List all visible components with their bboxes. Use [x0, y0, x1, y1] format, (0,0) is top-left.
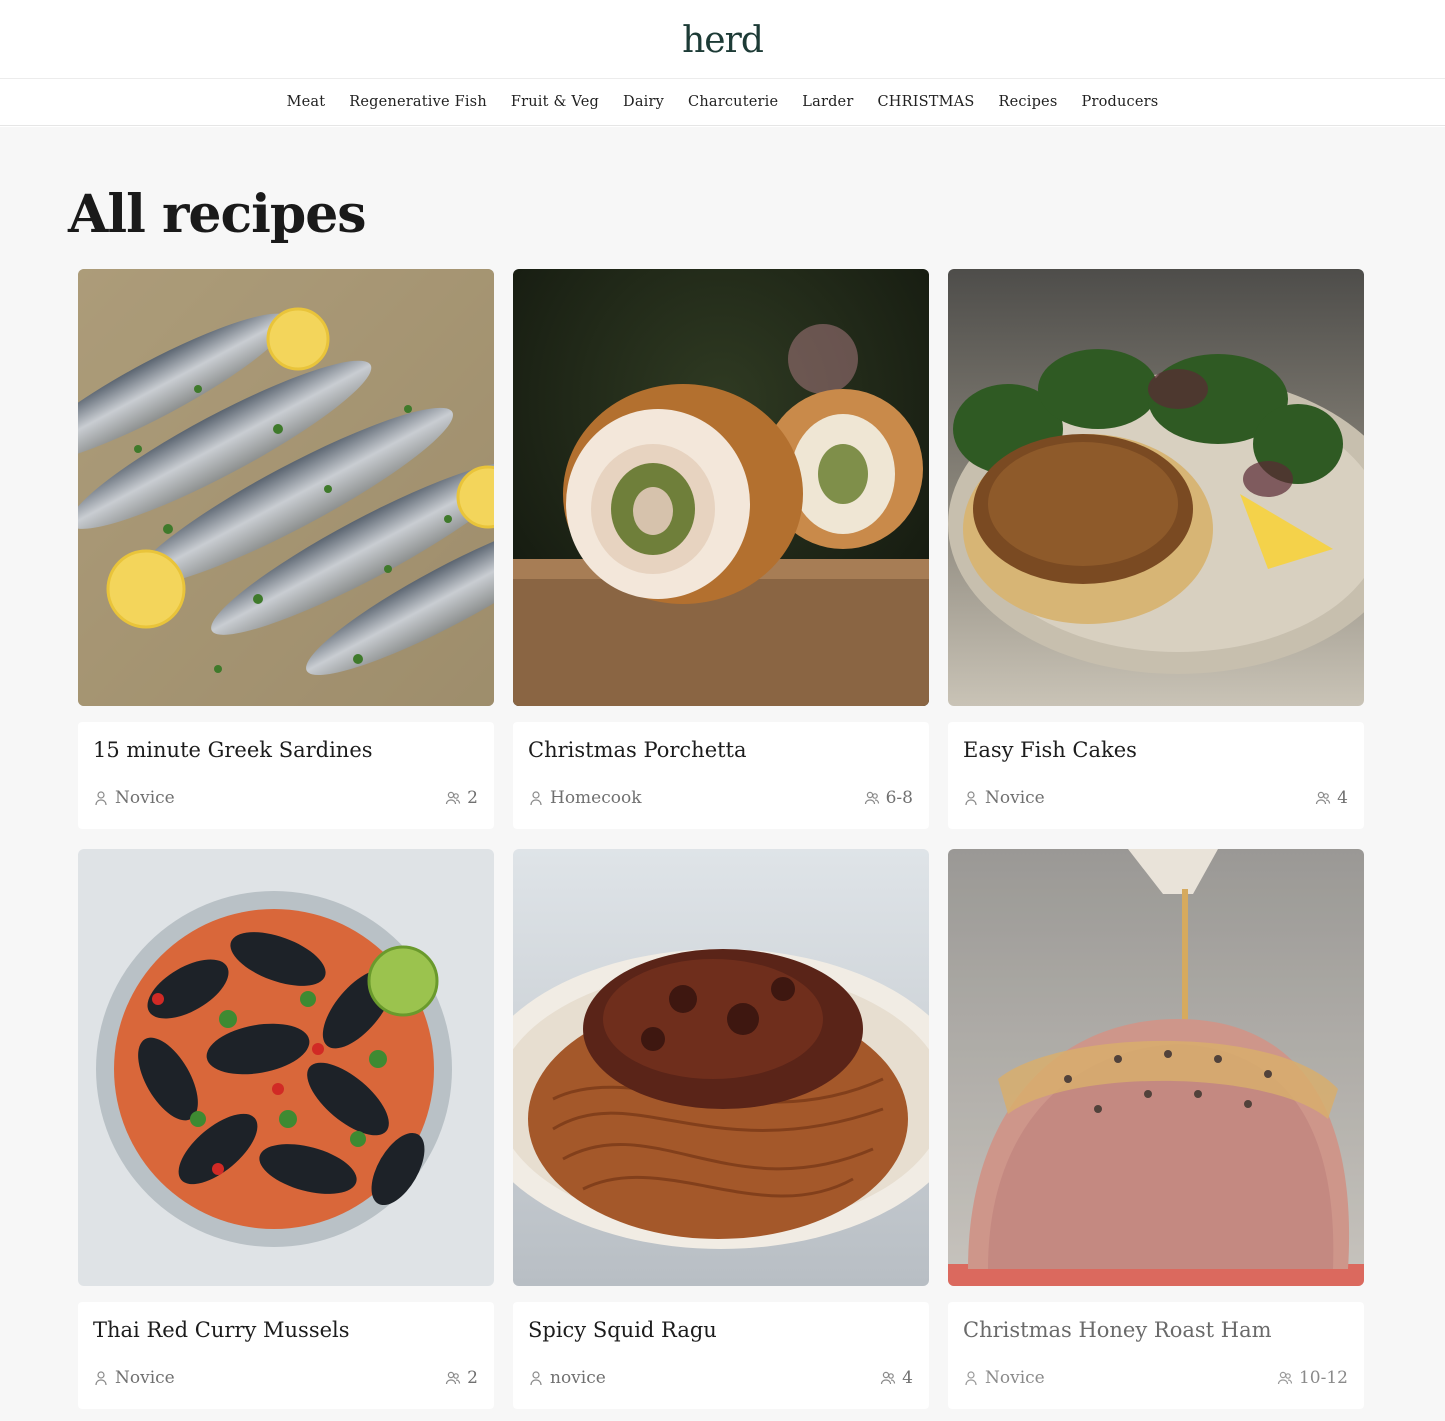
serves: 6-8 — [864, 788, 913, 808]
recipe-card[interactable]: Christmas Porchetta Homecook 6-8 — [513, 269, 929, 829]
recipe-card[interactable]: Spicy Squid Ragu novice 4 — [513, 849, 929, 1409]
recipe-title[interactable]: Easy Fish Cakes — [963, 738, 1348, 762]
recipe-card-body: Spicy Squid Ragu novice 4 — [513, 1302, 929, 1409]
page-title: All recipes — [68, 184, 367, 245]
chef-person-icon — [95, 791, 107, 806]
recipe-image[interactable] — [78, 849, 494, 1286]
recipe-title[interactable]: Spicy Squid Ragu — [528, 1318, 913, 1342]
serves-count: 10-12 — [1298, 1368, 1348, 1388]
difficulty: Novice — [963, 788, 1045, 808]
recipe-card[interactable]: Christmas Honey Roast Ham Novice 10-12 — [948, 849, 1364, 1409]
site-header: herd Meat Regenerative Fish Fruit & Veg … — [0, 0, 1445, 127]
people-icon — [881, 1371, 896, 1385]
difficulty-label: novice — [550, 1368, 606, 1388]
serves-count: 2 — [467, 1368, 478, 1388]
difficulty-label: Novice — [985, 788, 1045, 808]
difficulty: Novice — [93, 1368, 175, 1388]
difficulty-label: Novice — [985, 1368, 1045, 1388]
recipe-card-body: Thai Red Curry Mussels Novice 2 — [78, 1302, 494, 1409]
recipe-card-body: 15 minute Greek Sardines Novice 2 — [78, 722, 494, 829]
people-icon — [446, 791, 461, 805]
chef-person-icon — [95, 1371, 107, 1386]
recipe-meta: novice 4 — [528, 1368, 913, 1388]
serves: 10-12 — [1277, 1368, 1348, 1388]
difficulty: Novice — [963, 1368, 1045, 1388]
recipe-title[interactable]: Christmas Honey Roast Ham — [963, 1318, 1348, 1342]
nav-item-meat[interactable]: Meat — [275, 94, 338, 110]
recipe-image[interactable] — [513, 269, 929, 706]
chef-person-icon — [530, 791, 542, 806]
nav-item-regenerative-fish[interactable]: Regenerative Fish — [337, 94, 499, 110]
chef-person-icon — [965, 1371, 977, 1386]
difficulty: Homecook — [528, 788, 642, 808]
recipe-image[interactable] — [948, 849, 1364, 1286]
recipe-image[interactable] — [948, 269, 1364, 706]
nav-item-charcuterie[interactable]: Charcuterie — [676, 94, 790, 110]
recipe-card[interactable]: 15 minute Greek Sardines Novice 2 — [78, 269, 494, 829]
recipe-card[interactable]: Easy Fish Cakes Novice 4 — [948, 269, 1364, 829]
people-icon — [446, 1371, 461, 1385]
difficulty: Novice — [93, 788, 175, 808]
serves: 4 — [1315, 788, 1348, 808]
serves-count: 6-8 — [885, 788, 913, 808]
recipe-image[interactable] — [513, 849, 929, 1286]
recipe-card-body: Christmas Honey Roast Ham Novice 10-12 — [948, 1302, 1364, 1409]
recipe-image[interactable] — [78, 269, 494, 706]
recipe-meta: Novice 4 — [963, 788, 1348, 808]
recipe-meta: Homecook 6-8 — [528, 788, 913, 808]
serves: 4 — [880, 1368, 913, 1388]
people-icon — [1316, 791, 1331, 805]
nav-item-fruit-veg[interactable]: Fruit & Veg — [499, 94, 611, 110]
difficulty-label: Homecook — [550, 788, 642, 808]
difficulty: novice — [528, 1368, 606, 1388]
nav-item-recipes[interactable]: Recipes — [987, 94, 1070, 110]
recipe-meta: Novice 10-12 — [963, 1368, 1348, 1388]
logo-bar: herd — [0, 0, 1445, 79]
serves: 2 — [445, 1368, 478, 1388]
recipe-card-body: Christmas Porchetta Homecook 6-8 — [513, 722, 929, 829]
serves: 2 — [445, 788, 478, 808]
recipe-title[interactable]: Thai Red Curry Mussels — [93, 1318, 478, 1342]
nav-item-dairy[interactable]: Dairy — [611, 94, 676, 110]
brand-logo[interactable]: herd — [682, 18, 764, 61]
recipe-meta: Novice 2 — [93, 788, 478, 808]
chef-person-icon — [530, 1371, 542, 1386]
serves-count: 2 — [467, 788, 478, 808]
chef-person-icon — [965, 791, 977, 806]
difficulty-label: Novice — [115, 788, 175, 808]
recipe-card[interactable]: Thai Red Curry Mussels Novice 2 — [78, 849, 494, 1409]
people-icon — [864, 791, 879, 805]
difficulty-label: Novice — [115, 1368, 175, 1388]
recipe-meta: Novice 2 — [93, 1368, 478, 1388]
serves-count: 4 — [1337, 788, 1348, 808]
recipe-card-body: Easy Fish Cakes Novice 4 — [948, 722, 1364, 829]
serves-count: 4 — [902, 1368, 913, 1388]
nav-item-producers[interactable]: Producers — [1069, 94, 1170, 110]
recipe-title[interactable]: Christmas Porchetta — [528, 738, 913, 762]
recipe-title[interactable]: 15 minute Greek Sardines — [93, 738, 478, 762]
nav-item-christmas[interactable]: CHRISTMAS — [865, 94, 986, 110]
nav-item-larder[interactable]: Larder — [790, 94, 865, 110]
main-navigation: Meat Regenerative Fish Fruit & Veg Dairy… — [0, 79, 1445, 126]
people-icon — [1277, 1371, 1293, 1385]
recipe-grid: 15 minute Greek Sardines Novice 2 Christ… — [78, 269, 1365, 1409]
